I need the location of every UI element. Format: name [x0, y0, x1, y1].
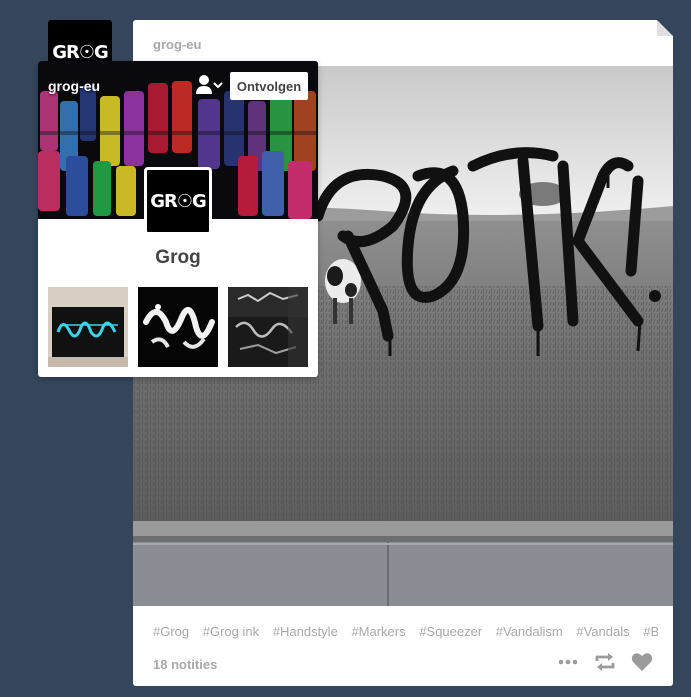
- post-blog-name[interactable]: grog-eu: [153, 37, 201, 52]
- more-dots-icon[interactable]: [557, 657, 579, 667]
- popover-title[interactable]: Grog: [38, 247, 318, 269]
- tag-markers[interactable]: #Markers: [351, 624, 405, 639]
- user-chevron-icon[interactable]: [194, 73, 224, 97]
- popover-thumbnail-3[interactable]: [228, 287, 308, 367]
- tag-bom[interactable]: #Bom: [643, 624, 658, 639]
- paint-drop: [649, 290, 661, 302]
- tag-vandals[interactable]: #Vandals: [576, 624, 629, 639]
- tag-handstyle[interactable]: #Handstyle: [273, 624, 338, 639]
- popover-thumbnail-1[interactable]: [48, 287, 128, 367]
- popover-avatar[interactable]: GR☉G: [144, 167, 212, 235]
- grog-logo: GR☉G: [52, 41, 109, 63]
- post-tags: #Grog #Grog ink #Handstyle #Markers #Squ…: [153, 624, 658, 639]
- popover-blog-name[interactable]: grog-eu: [48, 78, 100, 94]
- tag-grog[interactable]: #Grog: [153, 624, 189, 639]
- popover-thumbnail-2[interactable]: [138, 287, 218, 367]
- tag-grog-ink[interactable]: #Grog ink: [203, 624, 259, 639]
- reblog-icon[interactable]: [593, 652, 617, 672]
- tag-squeezer[interactable]: #Squeezer: [419, 624, 482, 639]
- notes-count[interactable]: 18 notities: [153, 657, 217, 672]
- unfollow-button[interactable]: Ontvolgen: [230, 72, 308, 100]
- tag-vandalism[interactable]: #Vandalism: [496, 624, 563, 639]
- heart-icon[interactable]: [631, 652, 653, 672]
- post-corner-fold: [657, 20, 673, 36]
- blog-popover: grog-eu Ontvolgen GR☉G Grog: [38, 61, 318, 377]
- post-actions: [557, 652, 653, 672]
- grog-logo: GR☉G: [150, 190, 207, 212]
